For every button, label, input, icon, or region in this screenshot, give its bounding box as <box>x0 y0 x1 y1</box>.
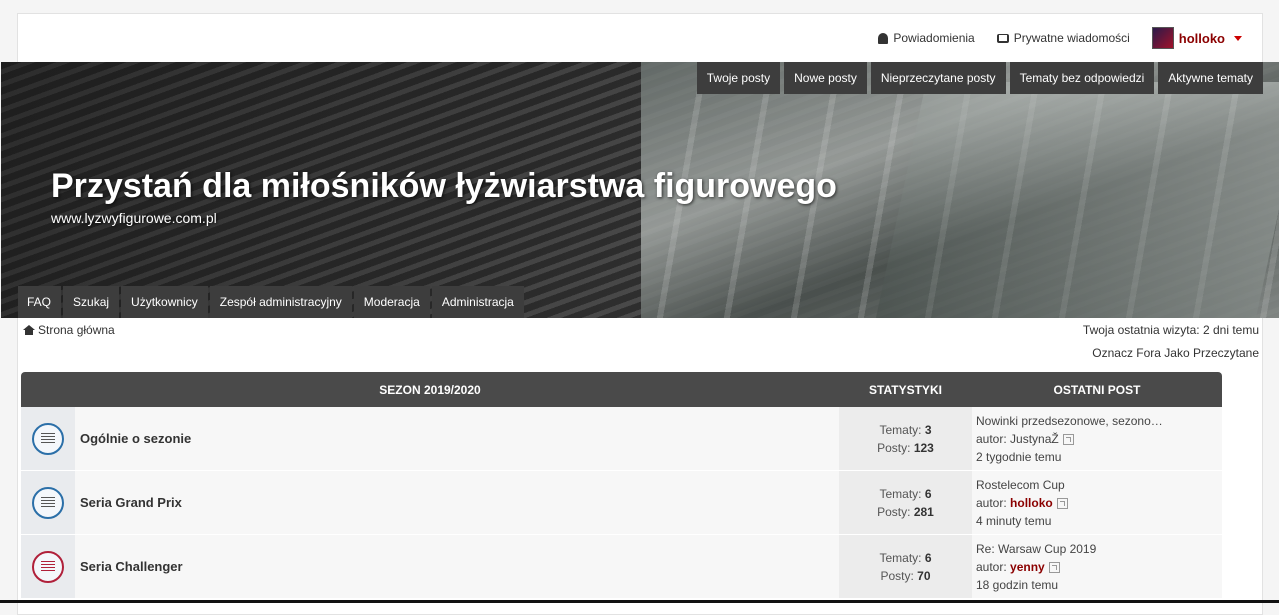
last-post-info: Nowinki przedsezonowe, sezono… autor: Ju… <box>972 407 1222 470</box>
caret-down-icon <box>1234 35 1242 41</box>
bell-icon <box>878 32 889 44</box>
user-menu[interactable]: holloko <box>1151 27 1242 49</box>
private-messages-label: Prywatne wiadomości <box>1013 31 1130 45</box>
mark-forums-read-link[interactable]: Oznacz Fora Jako Przeczytane <box>1092 346 1259 360</box>
nav-moderation[interactable]: Moderacja <box>353 286 430 318</box>
last-post-time: 4 minuty temu <box>976 514 1052 528</box>
main-nav: FAQ Szukaj Użytkownicy Zespół administra… <box>18 286 524 318</box>
site-url: www.lyzwyfigurowe.com.pl <box>51 210 217 226</box>
last-post-title[interactable]: Nowinki przedsezonowe, sezono… <box>976 412 1176 430</box>
stats-column-header: STATYSTYKI <box>869 382 942 397</box>
forum-title[interactable]: Seria Grand Prix <box>80 495 182 510</box>
last-post-title[interactable]: Re: Warsaw Cup 2019 <box>976 540 1176 558</box>
header-banner: Przystań dla miłośników łyżwiarstwa figu… <box>1 62 1279 318</box>
topics-count: 3 <box>924 422 932 437</box>
last-post-column-header: OSTATNI POST <box>1053 382 1141 397</box>
forum-row: Seria Grand Prix Tematy: 6 Posty: 281 Ro… <box>21 471 1222 535</box>
posts-count: 70 <box>917 568 931 583</box>
nav-members[interactable]: Użytkownicy <box>121 286 208 318</box>
last-post-author[interactable]: yenny <box>1010 560 1045 574</box>
nav-your-posts[interactable]: Twoje posty <box>696 62 781 94</box>
site-title[interactable]: Przystań dla miłośników łyżwiarstwa figu… <box>51 167 837 206</box>
username: holloko <box>1178 30 1225 46</box>
forum-read-icon <box>32 486 64 519</box>
posts-label: Posty: <box>880 568 914 583</box>
forum-row: Ogólnie o sezonie Tematy: 3 Posty: 123 N… <box>21 407 1222 471</box>
quick-links-nav: Twoje posty Nowe posty Nieprzeczytane po… <box>696 62 1263 94</box>
last-post-time: 2 tygodnie temu <box>976 450 1062 464</box>
category-title[interactable]: SEZON 2019/2020 <box>21 383 839 397</box>
author-label: autor: <box>976 560 1007 574</box>
posts-count: 281 <box>913 504 934 519</box>
last-post-author[interactable]: JustynaŽ <box>1010 432 1059 446</box>
topics-count: 6 <box>924 550 932 565</box>
nav-faq[interactable]: FAQ <box>18 286 62 318</box>
author-label: autor: <box>976 432 1007 446</box>
topics-label: Tematy: <box>879 550 922 565</box>
nav-team[interactable]: Zespół administracyjny <box>209 286 352 318</box>
breadcrumb-home[interactable]: Strona główna <box>38 323 115 337</box>
nav-unanswered-topics[interactable]: Tematy bez odpowiedzi <box>1009 62 1155 94</box>
forum-table: SEZON 2019/2020 STATYSTYKI OSTATNI POST … <box>21 372 1222 599</box>
forum-stats: Tematy: 3 Posty: 123 <box>839 407 972 470</box>
private-messages-link[interactable]: Prywatne wiadomości <box>996 31 1130 45</box>
nav-new-posts[interactable]: Nowe posty <box>784 62 867 94</box>
goto-last-post-icon[interactable] <box>1062 434 1074 446</box>
topics-count: 6 <box>924 486 932 501</box>
notifications-link[interactable]: Powiadomienia <box>878 31 975 45</box>
author-label: autor: <box>976 496 1007 510</box>
notifications-label: Powiadomienia <box>893 31 975 45</box>
last-post-info: Rostelecom Cup autor: holloko 4 minuty t… <box>972 471 1222 534</box>
forum-row: Seria Challenger Tematy: 6 Posty: 70 Re:… <box>21 535 1222 599</box>
forum-unread-icon <box>32 550 64 583</box>
forum-stats: Tematy: 6 Posty: 281 <box>839 471 972 534</box>
breadcrumb[interactable]: Strona główna <box>23 323 115 337</box>
forum-title[interactable]: Ogólnie o sezonie <box>80 431 191 446</box>
topics-label: Tematy: <box>879 486 922 501</box>
inbox-icon <box>996 33 1009 43</box>
banner-image-overlay <box>875 82 1279 318</box>
forum-table-header: SEZON 2019/2020 STATYSTYKI OSTATNI POST <box>21 372 1222 407</box>
posts-label: Posty: <box>877 440 911 455</box>
last-visit-text: Twoja ostatnia wizyta: 2 dni temu <box>1082 323 1259 337</box>
last-post-time: 18 godzin temu <box>976 578 1059 592</box>
last-post-author[interactable]: holloko <box>1010 496 1053 510</box>
last-post-info: Re: Warsaw Cup 2019 autor: yenny 18 godz… <box>972 535 1222 598</box>
nav-search[interactable]: Szukaj <box>63 286 120 318</box>
goto-last-post-icon[interactable] <box>1056 498 1068 510</box>
user-bar: Powiadomienia Prywatne wiadomości hollok… <box>18 14 1262 62</box>
forum-read-icon <box>32 422 64 455</box>
forum-stats: Tematy: 6 Posty: 70 <box>839 535 972 598</box>
posts-label: Posty: <box>877 504 911 519</box>
nav-administration[interactable]: Administracja <box>431 286 524 318</box>
goto-last-post-icon[interactable] <box>1048 562 1060 574</box>
home-icon <box>23 325 35 335</box>
posts-count: 123 <box>913 440 934 455</box>
topics-label: Tematy: <box>879 422 922 437</box>
nav-active-topics[interactable]: Aktywne tematy <box>1158 62 1263 94</box>
last-post-title[interactable]: Rostelecom Cup <box>976 476 1176 494</box>
nav-unread-posts[interactable]: Nieprzeczytane posty <box>870 62 1006 94</box>
forum-title[interactable]: Seria Challenger <box>80 559 183 574</box>
avatar <box>1151 27 1174 49</box>
